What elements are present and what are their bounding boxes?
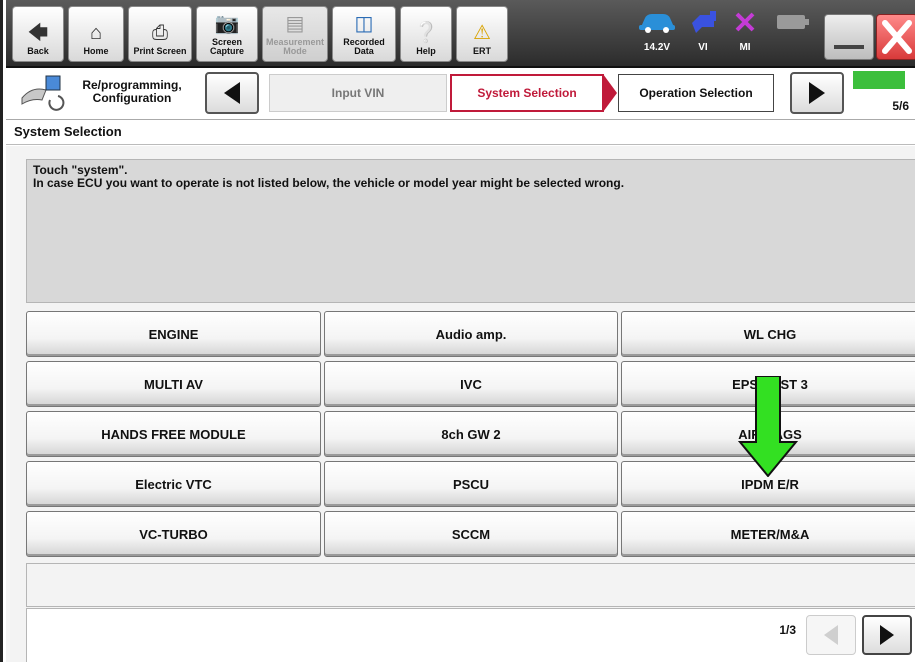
system-button[interactable]: HANDS FREE MODULE: [26, 411, 321, 457]
triangle-left-icon: [224, 82, 240, 104]
print-screen-label: Print Screen: [133, 46, 187, 56]
recorded-data-label: Recorded Data: [343, 37, 385, 56]
warning-icon: ⚠: [473, 22, 491, 44]
step-system-selection: System Selection: [450, 74, 604, 112]
step-input-vin: Input VIN: [269, 74, 447, 112]
minimize-icon: [834, 45, 864, 49]
printer-icon: ⎙: [152, 22, 168, 44]
pagination: 1/3: [26, 608, 915, 662]
home-label: Home: [83, 46, 109, 56]
extra-status: [769, 6, 817, 62]
recorded-data-icon: ◫: [354, 13, 374, 35]
page-title: System Selection: [6, 121, 915, 145]
help-icon: ❔: [413, 22, 439, 44]
system-button[interactable]: MULTI AV: [26, 361, 321, 407]
back-button[interactable]: 🡄 Back: [12, 6, 64, 62]
system-button[interactable]: Audio amp.: [324, 311, 618, 357]
recorded-data-button[interactable]: ◫ Recorded Data: [332, 6, 396, 62]
progress-label: 5/6: [892, 99, 909, 113]
system-button[interactable]: SCCM: [324, 511, 618, 557]
mi-status: MI: [725, 6, 765, 62]
step-operation-selection: Operation Selection: [618, 74, 774, 112]
step-progress: 5/6: [853, 71, 915, 117]
system-button[interactable]: WL CHG: [621, 311, 915, 357]
system-button[interactable]: 8ch GW 2: [324, 411, 618, 457]
mi-disconnected-icon: [733, 6, 757, 38]
previous-page-button[interactable]: [806, 615, 856, 655]
previous-step-button[interactable]: [205, 72, 259, 114]
vi-status: VI: [683, 6, 723, 62]
system-button[interactable]: METER/M&A: [621, 511, 915, 557]
app-window: 🡄 Back ⌂ Home ⎙ Print Screen 📷 Screen Ca…: [0, 0, 915, 662]
print-screen-button[interactable]: ⎙ Print Screen: [128, 6, 192, 62]
system-button[interactable]: Electric VTC: [26, 461, 321, 507]
battery-voltage-status: 14.2V: [635, 6, 679, 62]
reprogramming-icon: [20, 74, 66, 114]
mi-label: MI: [739, 42, 751, 53]
instruction-message: Touch "system". In case ECU you want to …: [26, 159, 915, 303]
ert-button[interactable]: ⚠ ERT: [456, 6, 508, 62]
measurement-mode-label: Measurement Mode: [265, 37, 325, 56]
triangle-right-icon: [880, 625, 894, 645]
help-button[interactable]: ❔ Help: [400, 6, 452, 62]
battery-icon: [776, 6, 810, 38]
screen-capture-button[interactable]: 📷 Screen Capture: [196, 6, 258, 62]
close-icon: [882, 20, 912, 54]
active-step-pointer: [603, 74, 617, 112]
system-button[interactable]: PSCU: [324, 461, 618, 507]
car-icon: [637, 6, 677, 38]
system-button[interactable]: ENGINE: [26, 311, 321, 357]
help-label: Help: [416, 46, 436, 56]
triangle-left-icon: [824, 625, 838, 645]
workflow-title: Re/programming, Configuration: [82, 78, 182, 105]
next-page-button[interactable]: [862, 615, 912, 655]
status-panel: 14.2V VI MI: [635, 6, 820, 62]
close-button[interactable]: [876, 14, 915, 60]
page-indicator: 1/3: [779, 623, 796, 637]
workflow-navigation: Re/programming, Configuration Input VIN …: [6, 68, 915, 120]
system-button[interactable]: IVC: [324, 361, 618, 407]
camera-icon: 📷: [214, 13, 240, 35]
progress-bar: [853, 71, 905, 89]
minimize-button[interactable]: [824, 14, 874, 60]
back-label: Back: [27, 46, 49, 56]
voltage-label: 14.2V: [643, 42, 671, 53]
meter-icon: ▤: [285, 13, 305, 35]
empty-row: [26, 563, 915, 607]
ert-label: ERT: [473, 46, 491, 56]
home-icon: ⌂: [89, 22, 103, 44]
measurement-mode-button[interactable]: ▤ Measurement Mode: [262, 6, 328, 62]
vi-label: VI: [698, 42, 708, 53]
system-button[interactable]: VC-TURBO: [26, 511, 321, 557]
next-step-button[interactable]: [790, 72, 844, 114]
top-toolbar: 🡄 Back ⌂ Home ⎙ Print Screen 📷 Screen Ca…: [6, 0, 915, 68]
screen-capture-label: Screen Capture: [209, 37, 244, 56]
pointer-arrow-icon: [738, 376, 798, 477]
vi-connector-icon: [688, 6, 718, 38]
home-button[interactable]: ⌂ Home: [68, 6, 124, 62]
instruction-line-2: In case ECU you want to operate is not l…: [33, 176, 625, 190]
back-arrow-icon: 🡄: [27, 22, 49, 44]
triangle-right-icon: [809, 82, 825, 104]
